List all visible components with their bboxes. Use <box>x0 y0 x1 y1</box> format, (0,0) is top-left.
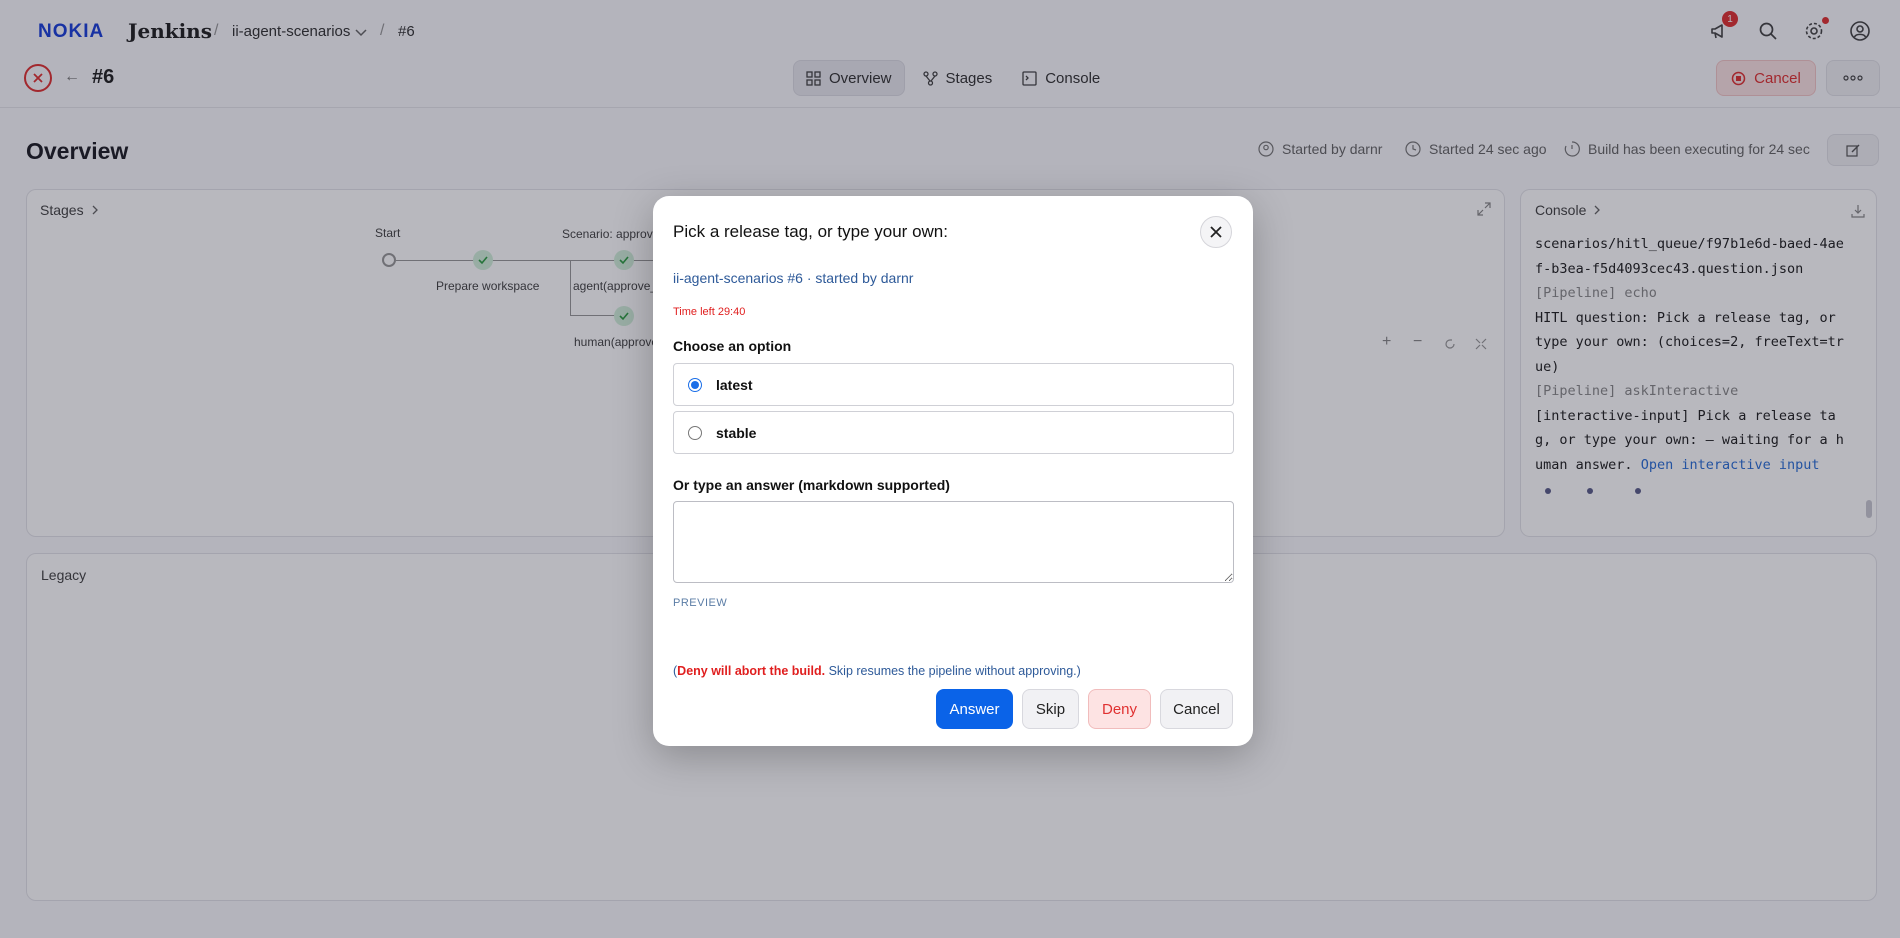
option-label: stable <box>716 424 757 441</box>
dialog-subtitle[interactable]: ii-agent-scenarios #6 · started by darnr <box>673 270 913 286</box>
note-deny: Deny will abort the build. <box>677 664 826 678</box>
close-icon <box>1210 226 1222 238</box>
freetext-label: Or type an answer (markdown supported) <box>673 477 950 493</box>
answer-button[interactable]: Answer <box>936 689 1013 729</box>
dialog-title: Pick a release tag, or type your own: <box>673 222 948 241</box>
interactive-input-dialog: Pick a release tag, or type your own: ii… <box>653 196 1253 746</box>
preview-label[interactable]: PREVIEW <box>673 597 727 609</box>
close-dialog-button[interactable] <box>1200 216 1232 248</box>
option-stable[interactable]: stable <box>673 411 1234 454</box>
note-rest: Skip resumes the pipeline without approv… <box>825 664 1081 678</box>
deny-skip-note: (Deny will abort the build. Skip resumes… <box>673 664 1081 678</box>
cancel-button[interactable]: Cancel <box>1160 689 1233 729</box>
radio-latest[interactable] <box>688 377 702 392</box>
choose-option-label: Choose an option <box>673 338 792 354</box>
option-label: latest <box>716 376 753 393</box>
answer-textarea[interactable] <box>673 501 1234 583</box>
deny-button[interactable]: Deny <box>1088 689 1151 729</box>
radio-stable[interactable] <box>688 425 702 440</box>
skip-button[interactable]: Skip <box>1022 689 1079 729</box>
time-left: Time left 29:40 <box>673 306 746 318</box>
option-latest[interactable]: latest <box>673 363 1234 406</box>
